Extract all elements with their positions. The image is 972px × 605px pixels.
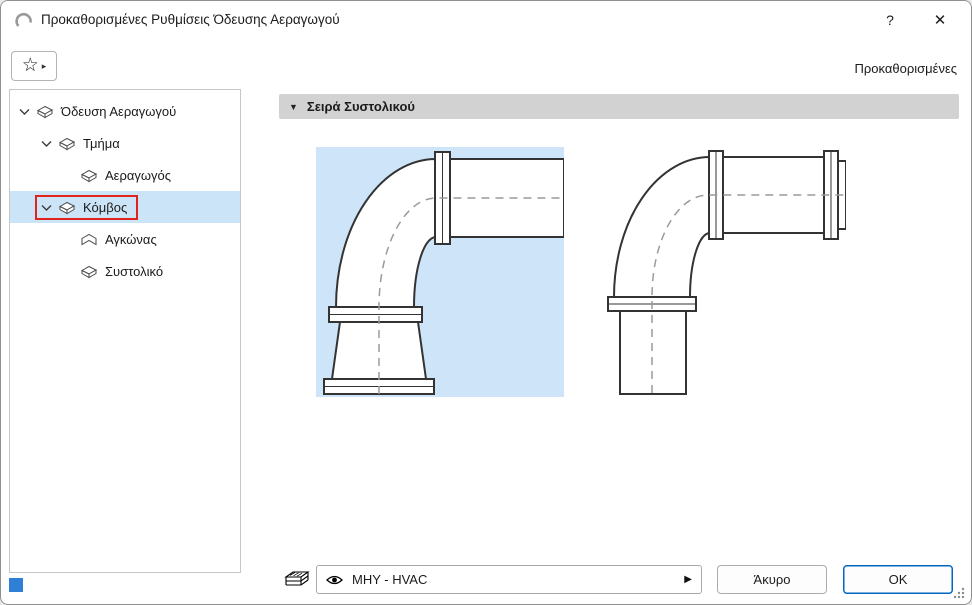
ok-button[interactable]: OK bbox=[843, 565, 953, 594]
collapse-triangle-icon[interactable]: ▼ bbox=[289, 102, 298, 112]
visibility-eye-icon bbox=[326, 575, 343, 584]
title-bar: Προκαθορισμένες Ρυθμίσεις Όδευσης Αεραγω… bbox=[1, 1, 971, 39]
tree-item-label: Όδευση Αεραγωγού bbox=[61, 103, 177, 119]
reducer-preview-alt[interactable] bbox=[598, 147, 847, 397]
node-3d-icon bbox=[58, 200, 76, 215]
combo-arrow-icon[interactable]: ▶ bbox=[684, 574, 692, 585]
help-button[interactable]: ? bbox=[867, 1, 913, 39]
tree-item-odefsi-aeragogou[interactable]: Όδευση Αεραγωγού bbox=[10, 95, 240, 127]
tree-item-aeragogos[interactable]: Αεραγωγός bbox=[10, 159, 240, 191]
tree-item-tmima[interactable]: Τμήμα bbox=[10, 127, 240, 159]
flyout-arrow-icon: ▸ bbox=[41, 60, 47, 71]
layer-value: MHY - HVAC bbox=[352, 572, 428, 587]
tree-item-label: Κόμβος bbox=[83, 199, 128, 215]
tree-item-label: Αεραγωγός bbox=[105, 167, 172, 183]
section-header-reducer-series[interactable]: ▼ Σειρά Συστολικού bbox=[279, 94, 959, 119]
star-icon: ☆ bbox=[21, 54, 39, 76]
elbow-3d-icon bbox=[80, 232, 98, 247]
favorites-button[interactable]: ☆ ▸ bbox=[11, 51, 57, 81]
app-icon bbox=[15, 12, 32, 27]
dialog-window: Προκαθορισμένες Ρυθμίσεις Όδευσης Αεραγω… bbox=[0, 0, 972, 605]
reducer-3d-icon bbox=[80, 264, 98, 279]
cancel-button[interactable]: Άκυρο bbox=[717, 565, 827, 594]
reducer-elbow-drawing bbox=[607, 150, 847, 395]
layers-icon bbox=[284, 571, 310, 586]
layer-selector[interactable]: MHY - HVAC ▶ bbox=[316, 565, 702, 594]
segment-3d-icon bbox=[58, 136, 76, 151]
dialog-title: Προκαθορισμένες Ρυθμίσεις Όδευσης Αεραγω… bbox=[41, 12, 340, 27]
highlight-outline-box: Κόμβος bbox=[35, 194, 139, 220]
reducer-elbow-drawing bbox=[323, 151, 565, 395]
resize-grip[interactable] bbox=[952, 586, 966, 600]
tree-item-label: Αγκώνας bbox=[105, 231, 157, 247]
chevron-down-icon[interactable] bbox=[38, 201, 54, 214]
routing-tree-panel: Όδευση Αεραγωγού Τμήμα Αεραγωγός Κόμβος … bbox=[9, 89, 241, 573]
chevron-down-icon[interactable] bbox=[38, 137, 54, 150]
tree-item-agkonas[interactable]: Αγκώνας bbox=[10, 223, 240, 255]
tree-item-label: Συστολικό bbox=[105, 263, 164, 279]
favorites-label: Προκαθορισμένες bbox=[854, 61, 957, 76]
duct-route-3d-icon bbox=[36, 104, 54, 119]
reducer-preview-selected[interactable] bbox=[316, 147, 565, 397]
tree-item-label: Τμήμα bbox=[83, 135, 120, 151]
close-button[interactable]: ✕ bbox=[917, 1, 963, 39]
pane-corner-handle[interactable] bbox=[9, 578, 23, 592]
section-title: Σειρά Συστολικού bbox=[306, 99, 415, 114]
tree-item-systoliko[interactable]: Συστολικό bbox=[10, 255, 240, 287]
duct-3d-icon bbox=[80, 168, 98, 183]
tree-item-kombos-selected[interactable]: Κόμβος bbox=[10, 191, 240, 223]
chevron-down-icon[interactable] bbox=[16, 105, 32, 118]
